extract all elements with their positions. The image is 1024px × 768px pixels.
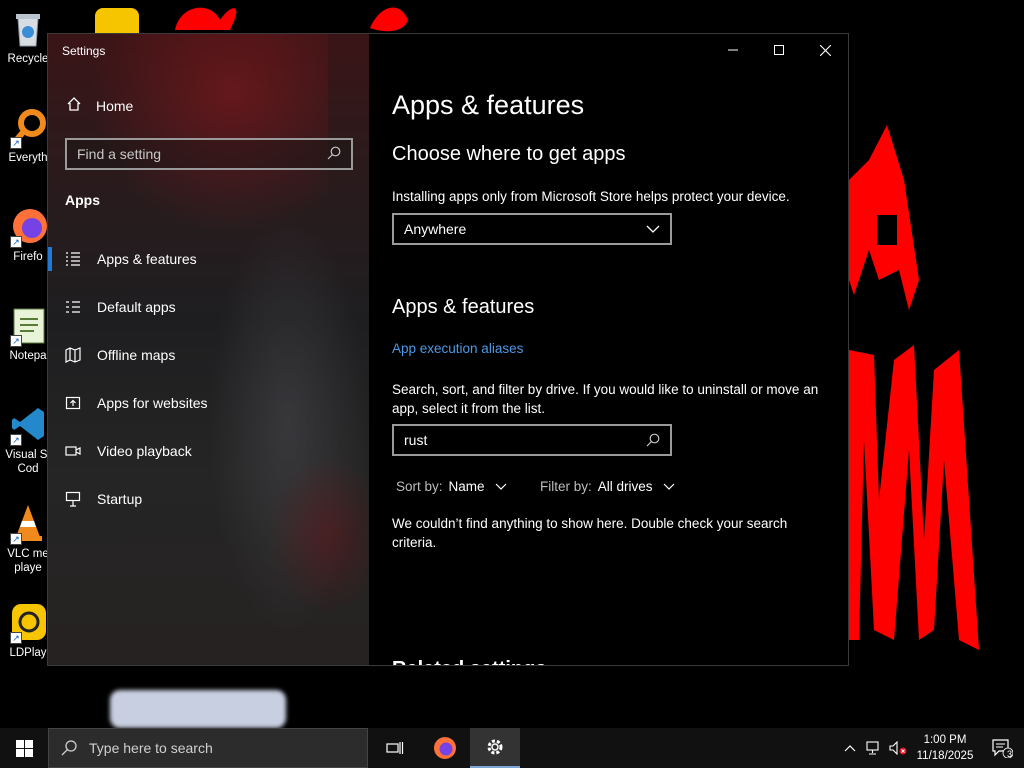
sort-by-dropdown[interactable]: Sort by: Name — [396, 479, 507, 494]
taskbar: Type here to search 1:00 PM 11/18/2025 3 — [0, 728, 1024, 768]
default-apps-icon — [63, 299, 83, 315]
chevron-down-icon — [646, 225, 660, 233]
vscode-icon: ↗ — [8, 404, 48, 446]
find-setting-input[interactable]: Find a setting — [65, 138, 353, 170]
sidebar-item-apps-features[interactable]: Apps & features — [48, 239, 369, 279]
shortcut-arrow-icon: ↗ — [10, 632, 22, 644]
app-execution-aliases-link[interactable]: App execution aliases — [392, 341, 523, 356]
desktop: Recycle ↗ Everyth ↗ Firefo ↗ Notepa ↗ Vi… — [0, 0, 1024, 728]
sidebar-section-heading: Apps — [65, 192, 100, 208]
map-icon — [63, 347, 83, 363]
related-settings-heading: Related settings — [392, 658, 546, 665]
app-search-value: rust — [404, 432, 428, 448]
network-icon — [866, 741, 879, 755]
search-description: Search, sort, and filter by drive. If yo… — [392, 382, 819, 416]
choose-apps-description: Installing apps only from Microsoft Stor… — [392, 189, 790, 204]
task-view-button[interactable] — [370, 728, 420, 768]
desktop-icon-ldplayer-top[interactable] — [95, 8, 139, 34]
gear-icon — [487, 739, 503, 755]
desktop-blurred-artifact — [110, 690, 286, 728]
system-tray: 1:00 PM 11/18/2025 3 — [838, 728, 1024, 768]
recycle-bin-icon — [8, 8, 48, 48]
magnifier-icon: ↗ — [8, 107, 48, 149]
ldplayer-icon: ↗ — [8, 602, 48, 644]
search-icon — [646, 433, 660, 447]
sidebar-item-offline-maps[interactable]: Offline maps — [48, 335, 369, 375]
app-source-value: Anywhere — [404, 221, 467, 237]
action-center-button[interactable]: 3 — [980, 738, 1024, 759]
apps-features-heading: Apps & features — [392, 296, 535, 318]
sidebar-item-label: Apps & features — [97, 251, 197, 267]
taskbar-firefox[interactable] — [420, 728, 470, 768]
chevron-down-icon — [495, 483, 506, 490]
filter-by-label: Filter by: — [540, 479, 592, 494]
app-source-dropdown[interactable]: Anywhere — [392, 213, 672, 245]
home-label: Home — [96, 97, 134, 114]
notification-count: 3 — [1006, 749, 1012, 759]
minimize-button[interactable] — [710, 34, 756, 66]
search-icon — [61, 740, 77, 756]
taskbar-settings[interactable] — [470, 728, 520, 768]
window-title: Settings — [62, 44, 106, 58]
video-icon — [63, 443, 83, 459]
filter-by-value: All drives — [597, 479, 653, 494]
firefox-icon — [434, 737, 456, 759]
start-button[interactable] — [0, 728, 48, 768]
windows-logo-icon — [15, 739, 33, 757]
shortcut-arrow-icon: ↗ — [10, 236, 22, 248]
maximize-button[interactable] — [756, 34, 802, 66]
find-setting-placeholder: Find a setting — [77, 146, 162, 162]
page-title: Apps & features — [392, 90, 585, 120]
close-button[interactable] — [802, 34, 848, 66]
choose-apps-heading: Choose where to get apps — [392, 143, 626, 165]
search-icon — [327, 146, 341, 163]
filter-by-dropdown[interactable]: Filter by: All drives — [540, 479, 675, 494]
firefox-icon: ↗ — [8, 206, 48, 248]
sidebar-item-label: Offline maps — [97, 347, 176, 363]
empty-results-message: We couldn’t find anything to show here. … — [392, 516, 788, 550]
clock[interactable]: 1:00 PM 11/18/2025 — [910, 732, 980, 764]
clock-date: 11/18/2025 — [916, 750, 974, 762]
sidebar-item-label: Apps for websites — [97, 395, 208, 411]
red-scribble-letter-a — [849, 125, 919, 310]
sort-by-label: Sort by: — [396, 479, 443, 494]
notepad-icon: ↗ — [8, 305, 48, 347]
taskbar-search-box[interactable]: Type here to search — [48, 728, 368, 768]
sidebar-item-label: Default apps — [97, 299, 176, 315]
sidebar-item-default-apps[interactable]: Default apps — [48, 287, 369, 327]
taskbar-search-placeholder: Type here to search — [89, 740, 213, 756]
open-in-icon — [63, 395, 83, 411]
maximize-icon — [774, 45, 784, 55]
home-icon — [66, 96, 82, 115]
sidebar-item-label: Video playback — [97, 443, 192, 459]
settings-window: Settings Home Find a setting Apps Apps &… — [47, 33, 849, 666]
sidebar-item-apps-for-websites[interactable]: Apps for websites — [48, 383, 369, 423]
shortcut-arrow-icon: ↗ — [10, 137, 22, 149]
network-button[interactable] — [862, 741, 886, 755]
startup-icon — [63, 491, 83, 507]
settings-main-pane: Apps & features Choose where to get apps… — [369, 34, 848, 665]
sidebar-item-label: Startup — [97, 491, 143, 507]
shortcut-arrow-icon: ↗ — [10, 434, 22, 446]
chevron-down-icon — [663, 483, 674, 490]
volume-button[interactable] — [886, 741, 910, 755]
settings-sidebar: Settings Home Find a setting Apps Apps &… — [48, 34, 369, 665]
home-nav-item[interactable]: Home — [66, 96, 133, 115]
sidebar-item-video-playback[interactable]: Video playback — [48, 431, 369, 471]
task-view-icon — [386, 742, 404, 754]
sidebar-item-startup[interactable]: Startup — [48, 479, 369, 519]
show-hidden-icons-button[interactable] — [838, 744, 862, 752]
app-search-input[interactable]: rust — [392, 424, 672, 456]
shortcut-arrow-icon: ↗ — [10, 335, 22, 347]
minimize-icon — [728, 49, 738, 51]
clock-time: 1:00 PM — [923, 734, 967, 746]
red-scribble-letter-m — [849, 345, 979, 650]
vlc-cone-icon: ↗ — [8, 503, 48, 545]
chevron-up-icon — [844, 745, 856, 752]
shortcut-arrow-icon: ↗ — [10, 533, 22, 545]
list-icon — [63, 251, 83, 267]
close-icon — [819, 44, 831, 56]
volume-muted-icon — [889, 741, 907, 755]
sort-by-value: Name — [448, 479, 485, 494]
